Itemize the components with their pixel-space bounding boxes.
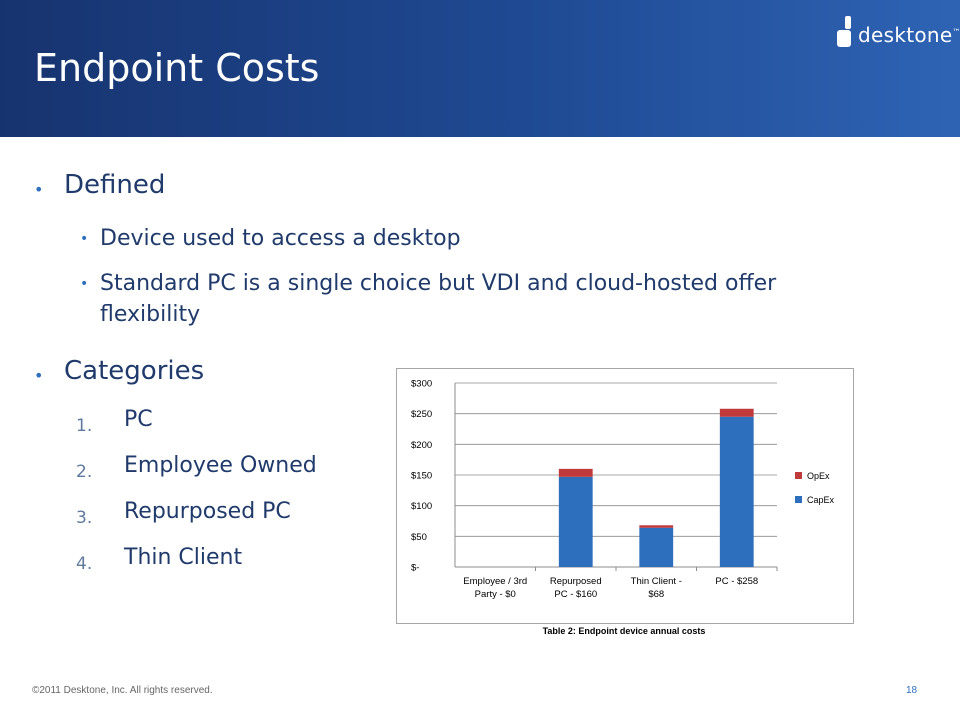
y-tick-label: $200 bbox=[411, 440, 432, 451]
category-item-repurposed-pc: Repurposed PC bbox=[124, 499, 291, 524]
desktone-logo-mark-icon bbox=[837, 16, 851, 47]
y-tick-label: $50 bbox=[411, 532, 427, 543]
logo-trademark: ™ bbox=[952, 27, 960, 37]
x-category-label: Repurposed bbox=[550, 576, 602, 587]
copyright-footer: ©2011 Desktone, Inc. All rights reserved… bbox=[32, 685, 213, 696]
desktone-logo: desktone™ bbox=[836, 16, 960, 50]
bar-opex bbox=[719, 408, 754, 417]
legend-label-opex: OpEx bbox=[807, 471, 830, 481]
x-category-label: PC - $160 bbox=[554, 589, 597, 600]
y-tick-label: $250 bbox=[411, 409, 432, 420]
bullet-dot-icon: • bbox=[80, 231, 89, 247]
page-number: 18 bbox=[906, 685, 918, 696]
category-item-pc: PC bbox=[124, 407, 153, 432]
bullet-dot-icon: • bbox=[80, 276, 89, 292]
y-tick-label: $150 bbox=[411, 471, 432, 482]
bullet-standard-pc-line1: Standard PC is a single choice but VDI a… bbox=[100, 271, 777, 296]
bullet-dot-icon: • bbox=[34, 180, 44, 199]
x-category-label: Employee / 3rd bbox=[463, 576, 527, 587]
legend-label-capex: CapEx bbox=[807, 495, 835, 505]
legend-swatch-capex bbox=[795, 496, 802, 503]
x-category-label: PC - $258 bbox=[715, 576, 758, 587]
y-tick-label: $100 bbox=[411, 501, 432, 512]
bullet-dot-icon: • bbox=[34, 366, 44, 385]
list-number: 2. bbox=[76, 462, 93, 482]
endpoint-cost-chart: $- $50 $100 $150 $200 $250 $300 Employee / 3rd P… bbox=[396, 368, 854, 624]
logo-text: desktone™ bbox=[858, 23, 960, 47]
title-banner: Endpoint Costs desktone™ bbox=[0, 0, 960, 137]
bullet-device-used: Device used to access a desktop bbox=[100, 226, 461, 251]
bar-capex bbox=[719, 416, 754, 567]
bullet-categories: Categories bbox=[64, 356, 205, 386]
bar-opex bbox=[558, 468, 593, 477]
bar-opex bbox=[639, 525, 674, 528]
bullet-standard-pc: Standard PC is a single choice but VDI a… bbox=[100, 268, 900, 330]
bar-capex bbox=[639, 527, 674, 567]
list-number: 1. bbox=[76, 416, 93, 436]
chart-caption: Table 2: Endpoint device annual costs bbox=[542, 626, 706, 636]
bar-capex bbox=[558, 476, 593, 567]
y-tick-label: $300 bbox=[411, 379, 432, 390]
logo-wordmark: desktone bbox=[858, 23, 953, 47]
category-item-employee-owned: Employee Owned bbox=[124, 453, 317, 478]
list-number: 4. bbox=[76, 554, 93, 574]
y-tick-label: $- bbox=[411, 563, 419, 574]
x-category-label: Party - $0 bbox=[475, 589, 516, 600]
chart-svg: $- $50 $100 $150 $200 $250 $300 Employee / 3rd P… bbox=[411, 379, 835, 601]
bullet-defined: Defined bbox=[64, 170, 166, 200]
legend-swatch-opex bbox=[795, 472, 802, 479]
category-item-thin-client: Thin Client bbox=[124, 545, 243, 570]
x-category-label: Thin Client - bbox=[631, 576, 682, 587]
x-category-label: $68 bbox=[648, 589, 664, 600]
list-number: 3. bbox=[76, 508, 93, 528]
bullet-standard-pc-line2: flexibility bbox=[100, 302, 201, 327]
slide-title: Endpoint Costs bbox=[34, 46, 320, 90]
